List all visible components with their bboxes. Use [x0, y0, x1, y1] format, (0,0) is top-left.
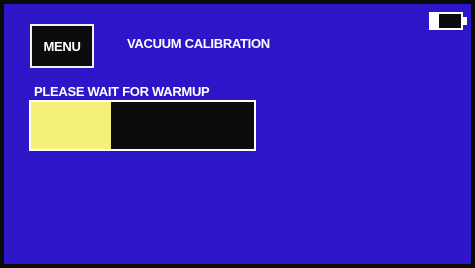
menu-button[interactable]: MENU: [30, 24, 94, 68]
warmup-progress-bar: [29, 100, 256, 151]
battery-tip: [463, 17, 467, 25]
page-title: VACUUM CALIBRATION: [127, 36, 270, 51]
battery-icon: [429, 12, 467, 30]
warmup-status-label: PLEASE WAIT FOR WARMUP: [34, 84, 210, 99]
battery-level-fill: [431, 14, 439, 28]
warmup-progress-fill: [31, 102, 112, 149]
calibration-screen: MENU VACUUM CALIBRATION PLEASE WAIT FOR …: [4, 4, 471, 264]
battery-body: [429, 12, 463, 30]
